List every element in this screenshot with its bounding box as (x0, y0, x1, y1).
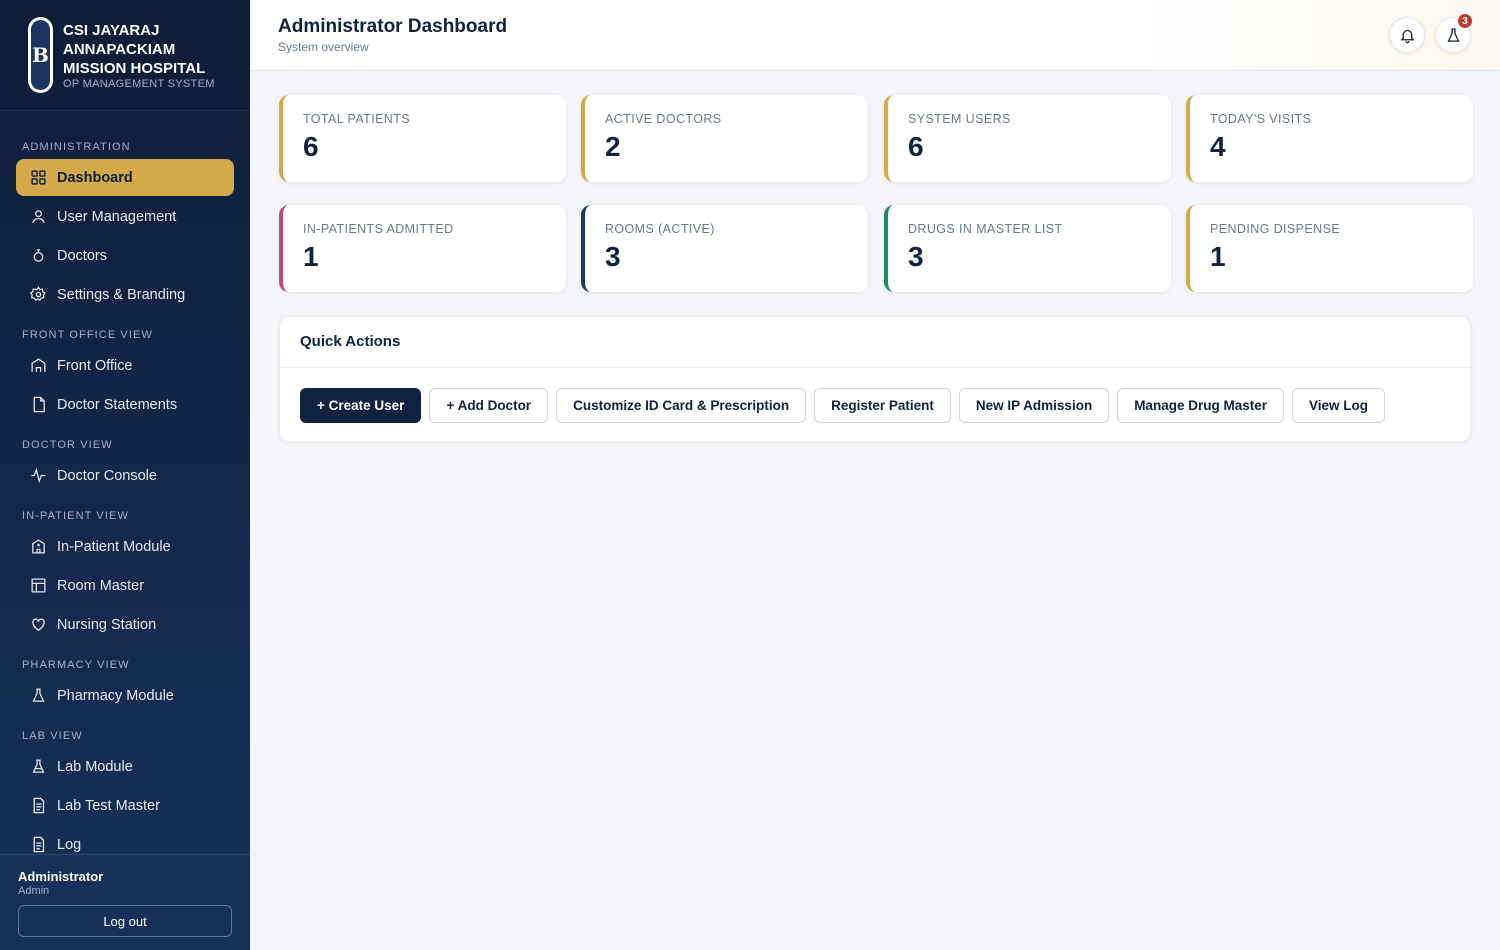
add-doctor-button[interactable]: + Add Doctor (429, 388, 549, 423)
register-patient-button[interactable]: Register Patient (814, 388, 951, 423)
system-subtitle: OP MANAGEMENT SYSTEM (63, 77, 215, 90)
gear-icon (30, 286, 46, 302)
sidebar-item-dashboard[interactable]: Dashboard (16, 159, 234, 196)
nav-section-pharmacy: PHARMACY VIEW (22, 659, 130, 671)
pulse-icon (31, 467, 46, 484)
sidebar-item-label: In-Patient Module (57, 538, 171, 555)
sidebar: B CSI JAYARAJ ANNAPACKIAM MISSION HOSPIT… (0, 0, 250, 950)
sidebar-item-in-patient-module[interactable]: In-Patient Module (16, 528, 234, 565)
lab-alert-badge: 3 (1456, 12, 1474, 30)
stat-card-drugs-in-master: DRUGS IN MASTER LIST 3 (884, 205, 1171, 292)
sidebar-item-label: Doctors (57, 247, 107, 264)
manage-drug-master-button[interactable]: Manage Drug Master (1117, 388, 1284, 423)
heart-icon (32, 618, 45, 631)
sidebar-item-nursing-station[interactable]: Nursing Station (16, 606, 234, 643)
stat-label: DRUGS IN MASTER LIST (908, 222, 1063, 236)
stethoscope-icon (33, 249, 44, 262)
nav-section-lab: LAB VIEW (22, 730, 83, 742)
stat-card-active-doctors: ACTIVE DOCTORS 2 (581, 95, 868, 182)
flask-icon (1447, 27, 1459, 42)
stat-label: ACTIVE DOCTORS (605, 112, 722, 126)
nav-section-doctor-view: DOCTOR VIEW (22, 439, 113, 451)
stat-card-rooms-active: ROOMS (ACTIVE) 3 (581, 205, 868, 292)
logout-button[interactable]: Log out (18, 905, 232, 937)
nav-section-in-patient: IN-PATIENT VIEW (22, 510, 129, 522)
stat-label: SYSTEM USERS (908, 112, 1011, 126)
page-subtitle: System overview (278, 40, 369, 54)
stat-label: PENDING DISPENSE (1210, 222, 1341, 236)
sidebar-item-doctor-console[interactable]: Doctor Console (16, 457, 234, 494)
quick-actions-title: Quick Actions (280, 317, 1470, 368)
sidebar-item-doctor-statements[interactable]: Doctor Statements (16, 386, 234, 423)
stat-value: 6 (303, 131, 319, 162)
sidebar-item-label: Log (57, 836, 82, 853)
stat-card-in-patients-admitted: IN-PATIENTS ADMITTED 1 (279, 205, 566, 292)
stat-value: 1 (303, 241, 319, 272)
hospital-icon (32, 539, 45, 554)
sidebar-item-room-master[interactable]: Room Master (16, 567, 234, 604)
flask-icon (32, 688, 45, 702)
sidebar-item-label: Lab Test Master (57, 797, 160, 814)
list-doc-icon (33, 797, 45, 814)
stat-card-system-users: SYSTEM USERS 6 (884, 95, 1171, 182)
sidebar-item-label: Settings & Branding (57, 286, 186, 303)
sidebar-item-lab-module[interactable]: Lab Module (16, 748, 234, 785)
stat-value: 1 (1210, 241, 1226, 272)
sidebar-item-label: Pharmacy Module (57, 687, 174, 704)
stat-label: TODAY'S VISITS (1210, 112, 1312, 126)
stat-label: ROOMS (ACTIVE) (605, 222, 715, 236)
log-icon (33, 836, 45, 853)
sidebar-item-label: Front Office (57, 357, 133, 374)
sidebar-item-label: Nursing Station (57, 616, 157, 633)
sidebar-footer: Administrator Admin Log out (0, 854, 250, 950)
sidebar-item-label: Doctor Console (57, 467, 157, 484)
sidebar-item-lab-test-master[interactable]: Lab Test Master (16, 787, 234, 824)
sidebar-item-label: Room Master (57, 577, 145, 594)
user-name: Administrator (18, 869, 104, 884)
stat-label: IN-PATIENTS ADMITTED (303, 222, 454, 236)
stat-card-todays-visits: TODAY'S VISITS 4 (1186, 95, 1473, 182)
grid-icon (31, 170, 46, 185)
hospital-name: CSI JAYARAJ ANNAPACKIAM MISSION HOSPITAL (63, 21, 206, 77)
brand-header: B CSI JAYARAJ ANNAPACKIAM MISSION HOSPIT… (0, 0, 250, 111)
stat-value: 3 (908, 241, 924, 272)
sidebar-item-label: User Management (57, 208, 177, 225)
layout-icon (31, 578, 46, 593)
sidebar-item-settings[interactable]: Settings & Branding (16, 276, 234, 313)
lab-alerts-button[interactable]: 3 (1435, 12, 1474, 53)
stat-card-total-patients: TOTAL PATIENTS 6 (279, 95, 566, 182)
user-role: Admin (18, 885, 50, 897)
bell-icon (1399, 29, 1415, 43)
view-log-button[interactable]: View Log (1291, 388, 1385, 423)
stat-label: TOTAL PATIENTS (303, 112, 411, 126)
hospital-logo: B (28, 17, 53, 93)
quick-actions-panel: Quick Actions + Create User + Add Doctor… (279, 316, 1471, 442)
user-icon (32, 210, 45, 224)
beaker-icon (32, 759, 45, 773)
stat-card-pending-dispense: PENDING DISPENSE 1 (1186, 205, 1473, 292)
logo-letter: B (31, 20, 50, 90)
sidebar-item-label: Dashboard (57, 169, 133, 186)
sidebar-item-pharmacy-module[interactable]: Pharmacy Module (16, 677, 234, 714)
sidebar-item-label: Doctor Statements (57, 396, 178, 413)
stat-value: 3 (605, 241, 621, 272)
stat-value: 6 (908, 131, 924, 162)
sidebar-item-label: Lab Module (57, 758, 133, 775)
nav-section-front-office: FRONT OFFICE VIEW (22, 329, 153, 341)
nav-section-administration: ADMINISTRATION (22, 141, 131, 153)
sidebar-item-doctors[interactable]: Doctors (16, 237, 234, 274)
sidebar-item-user-management[interactable]: User Management (16, 198, 234, 235)
stat-value: 2 (605, 131, 621, 162)
create-user-button[interactable]: + Create User (300, 388, 422, 423)
page-header: Administrator Dashboard System overview … (250, 0, 1500, 71)
page-title: Administrator Dashboard (278, 16, 508, 37)
new-ip-admission-button[interactable]: New IP Admission (958, 388, 1110, 423)
sidebar-item-front-office[interactable]: Front Office (16, 347, 234, 384)
document-icon (33, 396, 45, 413)
stat-value: 4 (1210, 131, 1226, 162)
customize-id-card-button[interactable]: Customize ID Card & Prescription (556, 388, 807, 423)
notifications-button[interactable] (1389, 17, 1425, 53)
building-icon (31, 358, 46, 372)
